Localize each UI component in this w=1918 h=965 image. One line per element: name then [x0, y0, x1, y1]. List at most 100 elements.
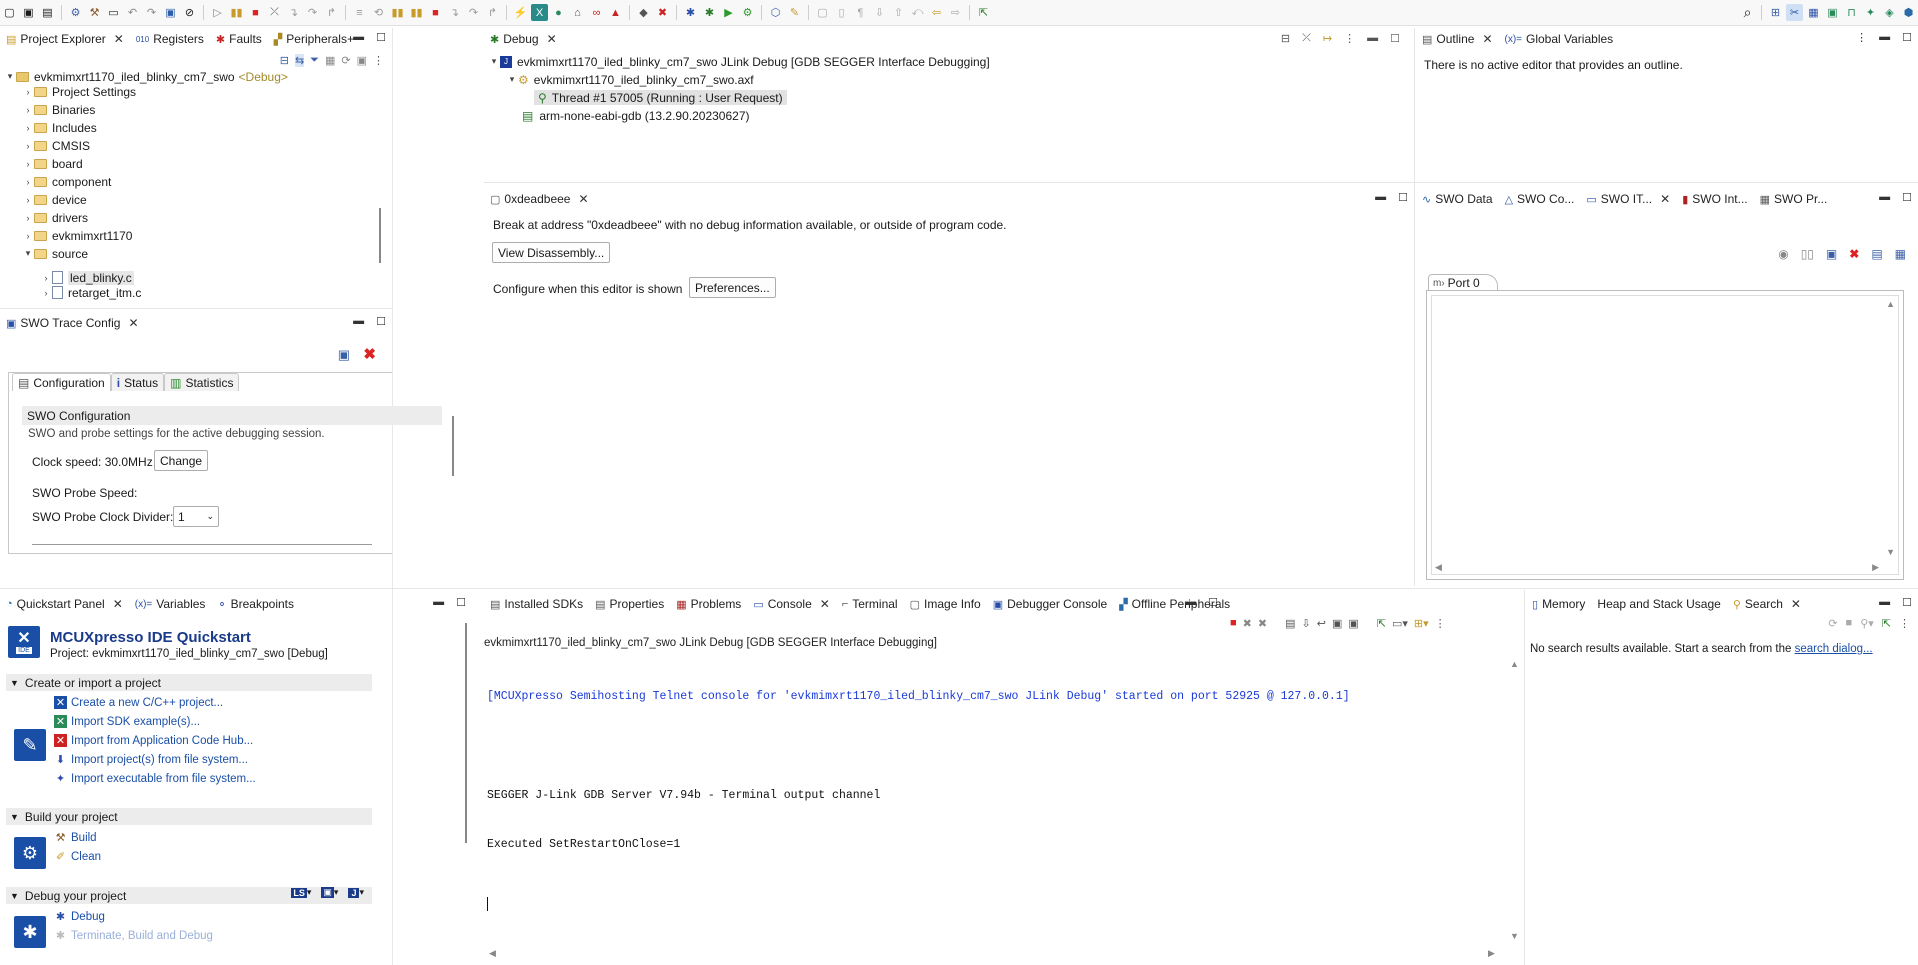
show-stdout-icon[interactable]: ▣ [1332, 617, 1342, 630]
section-build[interactable]: ▼ Build your project [6, 808, 372, 825]
delete-icon[interactable]: ✖ [363, 345, 376, 363]
tab-installed-sdks[interactable]: ▤ Installed SDKs [484, 593, 589, 615]
scroll-down-icon[interactable]: ▼ [1510, 931, 1519, 941]
chevron-down-icon[interactable]: ▾ [22, 248, 34, 259]
pin-icon[interactable]: ⇱ [1882, 617, 1891, 630]
maximize-icon[interactable]: ☐ [1390, 32, 1400, 45]
chevron-down-icon[interactable]: ▼ [10, 812, 19, 822]
wizard-icon[interactable]: ✎ [786, 4, 803, 21]
kebab-menu-icon[interactable]: ⋮ [1435, 617, 1446, 630]
port-0-tab[interactable]: m› Port 0 [1428, 274, 1498, 291]
maximize-icon[interactable]: ☐ [376, 31, 386, 44]
tree-item[interactable]: › Project Settings [22, 84, 137, 99]
tab-memory[interactable]: ▯ Memory [1526, 593, 1591, 615]
tree-item[interactable]: › device [22, 192, 87, 207]
tab-debug[interactable]: ✱ Debug ✕ [484, 28, 563, 50]
close-icon[interactable]: ✕ [547, 32, 557, 46]
maximize-icon[interactable]: ☐ [1902, 596, 1912, 609]
minimize-icon[interactable]: ▬ [1879, 596, 1890, 609]
terminate-icon[interactable]: ■ [1230, 617, 1237, 630]
save-all-icon[interactable]: ▤ [39, 4, 56, 21]
tree-item[interactable]: › board [22, 156, 83, 171]
clear-console-icon[interactable]: ▤ [1285, 617, 1295, 630]
tree-item[interactable]: › drivers [22, 210, 89, 225]
chevron-down-icon[interactable]: ▾ [4, 71, 16, 82]
suspend-all-icon[interactable]: ▮▮ [389, 4, 406, 21]
section-create-import[interactable]: ▼ Create or import a project [6, 674, 372, 691]
settings-icon[interactable]: ⚙ [67, 4, 84, 21]
tab-peripherals[interactable]: ▞ Peripherals+ [268, 28, 360, 50]
terminate-icon[interactable]: ■ [247, 4, 264, 21]
save-icon[interactable]: ▣ [1826, 247, 1837, 261]
console-output[interactable]: [MCUXpresso Semihosting Telnet console f… [487, 656, 1350, 944]
scroll-left-icon[interactable]: ◀ [1435, 562, 1442, 573]
tab-global-variables[interactable]: (x)= Global Variables [1499, 28, 1620, 50]
link-import-sdk[interactable]: ✕ Import SDK example(s)... [54, 715, 200, 728]
maximize-icon[interactable]: ☐ [1902, 191, 1912, 204]
config-icon[interactable]: ▤ [1871, 247, 1882, 261]
perspective-5-icon[interactable]: ✦ [1862, 4, 1879, 21]
chevron-down-icon[interactable]: ▼ [10, 891, 19, 901]
link-import-app-hub[interactable]: ✕ Import from Application Code Hub... [54, 734, 253, 747]
maximize-icon[interactable]: ☐ [1208, 596, 1218, 609]
prev-annotation-icon[interactable]: ⇧ [890, 4, 907, 21]
display-console-icon[interactable]: ▭▾ [1392, 617, 1408, 630]
collapse-all-icon[interactable]: ⊟ [280, 54, 289, 67]
gui-flash-icon[interactable]: X [531, 4, 548, 21]
scroll-up-icon[interactable]: ▲ [1886, 299, 1895, 309]
chevron-right-icon[interactable]: › [22, 195, 34, 205]
minimize-icon[interactable]: ▬ [433, 596, 444, 609]
step-filter-icon[interactable]: ↦ [1323, 32, 1332, 45]
skip-breakpoints-icon[interactable]: ⊘ [181, 4, 198, 21]
tab-swo-trace-config[interactable]: ▣ SWO Trace Config ✕ [0, 312, 145, 334]
filter-icon[interactable]: ⏷ [310, 54, 319, 67]
tab-console[interactable]: ▭ Console ✕ [747, 593, 836, 615]
debug-config-icon[interactable]: ▭ [105, 4, 122, 21]
tab-swo-data[interactable]: ∿ SWO Data [1416, 188, 1499, 210]
build-icon[interactable]: ⚒ [86, 4, 103, 21]
divider-select[interactable]: 1 ⌄ [173, 506, 219, 527]
maximize-icon[interactable]: ☐ [376, 315, 386, 328]
tab-swo-counters[interactable]: △ SWO Co... [1499, 188, 1581, 210]
return-all-icon[interactable]: ↱ [484, 4, 501, 21]
maximize-icon[interactable]: ☐ [1902, 31, 1912, 44]
minimize-icon[interactable]: ▬ [1879, 191, 1890, 204]
tree-item[interactable]: › Includes [22, 120, 97, 135]
subtab-statistics[interactable]: ▥ Statistics [164, 373, 240, 391]
scroll-lock-icon[interactable]: ⇩ [1302, 617, 1311, 630]
minimize-icon[interactable]: ▬ [1367, 32, 1378, 45]
step-return-icon[interactable]: ↱ [323, 4, 340, 21]
tab-registers[interactable]: 010 Registers [130, 28, 210, 50]
tree-item[interactable]: › CMSIS [22, 138, 91, 153]
maximize-icon[interactable]: ☐ [456, 596, 466, 609]
word-wrap-icon[interactable]: ↩ [1317, 617, 1326, 630]
nav-icon-1[interactable]: ▢ [814, 4, 831, 21]
debug-launch[interactable]: ▾ J evkmimxrt1170_iled_blinky_cm7_swo JL… [488, 54, 990, 69]
open-type-icon[interactable]: ⬡ [767, 4, 784, 21]
debug-bug-icon[interactable]: ✱ [682, 4, 699, 21]
remove-terminated-icon[interactable]: ⤫ [1302, 32, 1311, 45]
perspective-3-icon[interactable]: ▣ [1824, 4, 1841, 21]
delete-icon[interactable]: ✖ [1849, 247, 1859, 261]
linkserver-debug-icon[interactable]: LS ▾ [291, 887, 311, 898]
minimize-icon[interactable]: ▬ [353, 31, 364, 44]
tab-editor-deadbeee[interactable]: ▢ 0xdeadbeee ✕ [484, 188, 595, 210]
editor-icon[interactable]: ◆ [635, 4, 652, 21]
step-into-icon[interactable]: ↴ [285, 4, 302, 21]
link-import-executable[interactable]: ✦ Import executable from file system... [54, 772, 256, 786]
scroll-right-icon[interactable]: ▶ [1488, 948, 1495, 959]
forward-icon[interactable]: ⇨ [947, 4, 964, 21]
swo-config-vscroll[interactable] [452, 416, 454, 476]
chevron-right-icon[interactable]: › [22, 87, 34, 97]
pin-console-icon[interactable]: ⇱ [1377, 617, 1386, 630]
resume-icon[interactable]: ▷ [209, 4, 226, 21]
tree-item[interactable]: › evkmimxrt1170 [22, 228, 133, 243]
chevron-right-icon[interactable]: › [22, 105, 34, 115]
view-disassembly-button[interactable]: View Disassembly... [492, 242, 611, 263]
jlink-debug-icon[interactable]: J ▾ [348, 887, 364, 898]
tree-item[interactable]: › component [22, 174, 112, 189]
tab-faults[interactable]: ✱ Faults [210, 28, 268, 50]
scroll-left-icon[interactable]: ◀ [489, 948, 496, 959]
tree-root[interactable]: ▾ evkmimxrt1170_iled_blinky_cm7_swo <Deb… [4, 69, 288, 84]
chevron-right-icon[interactable]: › [22, 141, 34, 151]
